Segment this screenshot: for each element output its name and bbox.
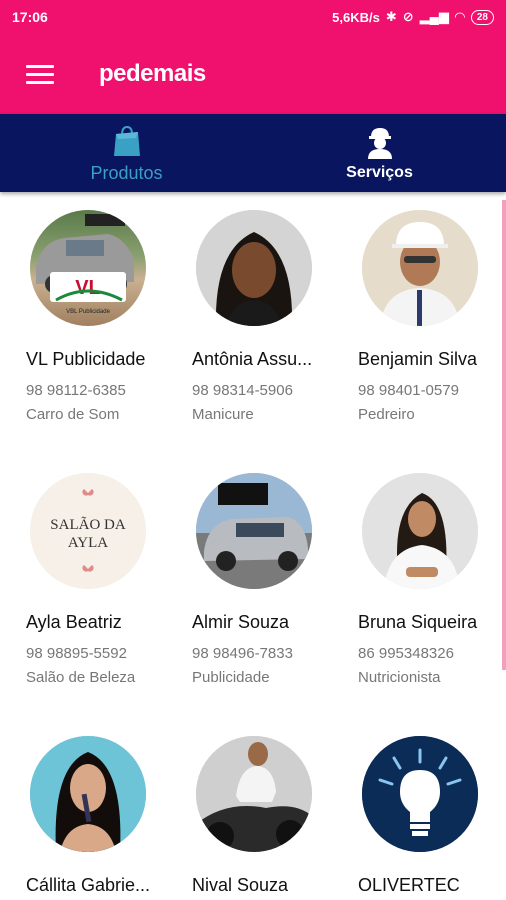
provider-card[interactable]: Nival Souza	[192, 736, 342, 896]
provider-avatar	[362, 736, 478, 852]
status-time: 17:06	[12, 9, 48, 25]
app-title: pedemais	[99, 60, 206, 87]
bluetooth-icon: ✱	[385, 9, 397, 24]
provider-card[interactable]: OLIVERTEC	[358, 736, 506, 896]
providers-grid: VL VBL Publicidade VL Publicidade 98 981…	[0, 192, 506, 900]
provider-category: Salão de Beleza	[26, 669, 136, 686]
provider-phone: 98 98895-5592	[26, 645, 127, 662]
provider-card[interactable]: Benjamin Silva 98 98401-0579 Pedreiro	[358, 210, 506, 423]
provider-card[interactable]: Almir Souza 98 98496-7833 Publicidade	[192, 473, 342, 686]
provider-phone: 98 98401-0579	[358, 382, 459, 399]
svg-text:AYLA: AYLA	[68, 535, 108, 551]
provider-name: VL Publicidade	[26, 349, 146, 369]
provider-category: Pedreiro	[358, 406, 415, 423]
tab-servicos-label: Serviços	[346, 164, 413, 181]
provider-phone: 98 98112-6385	[26, 382, 126, 399]
provider-category: Carro de Som	[26, 406, 120, 423]
battery-icon: 28	[470, 9, 494, 25]
provider-name: Ayla Beatriz	[26, 612, 122, 632]
status-bar: 17:06 5,6KB/s ✱ ⊘ ▂▄▆ ◠ 28	[0, 0, 506, 34]
provider-avatar: VL VBL Publicidade	[30, 210, 146, 326]
tab-produtos-label: Produtos	[90, 162, 163, 183]
vl-logo-caption: VBL Publicidade	[66, 309, 110, 315]
network-speed: 5,6KB/s	[332, 9, 380, 25]
provider-name: Cállita Gabrie...	[26, 875, 151, 895]
provider-card[interactable]: Bruna Siqueira 86 995348326 Nutricionist…	[358, 473, 506, 686]
shopping-bag-icon	[110, 123, 144, 159]
provider-name: OLIVERTEC	[358, 875, 460, 895]
provider-phone: 98 98496-7833	[192, 645, 293, 662]
svg-text:SALÃO DA: SALÃO DA	[50, 517, 126, 533]
provider-card[interactable]: Antônia Assu... 98 98314-5906 Manicure	[192, 210, 342, 423]
provider-avatar	[362, 473, 478, 589]
provider-name: Nival Souza	[192, 875, 289, 895]
provider-avatar	[196, 473, 312, 589]
provider-avatar: SALÃO DA AYLA	[30, 473, 146, 589]
menu-icon[interactable]	[26, 64, 54, 84]
wifi-icon: ◠	[454, 9, 465, 24]
provider-phone: 86 995348326	[358, 645, 454, 662]
provider-avatar	[30, 736, 146, 852]
provider-avatar	[196, 736, 312, 852]
provider-name: Almir Souza	[192, 612, 290, 632]
tab-servicos[interactable]: Serviços	[253, 114, 506, 192]
provider-name: Bruna Siqueira	[358, 612, 478, 632]
status-icons: 5,6KB/s ✱ ⊘ ▂▄▆ ◠ 28	[332, 9, 494, 25]
provider-category: Publicidade	[192, 669, 270, 686]
scrollbar[interactable]	[502, 200, 506, 670]
provider-card[interactable]: VL VBL Publicidade VL Publicidade 98 981…	[26, 210, 176, 423]
provider-name: Benjamin Silva	[358, 349, 478, 369]
provider-name: Antônia Assu...	[192, 349, 313, 369]
provider-category: Manicure	[192, 406, 254, 423]
vl-logo-text: VL	[75, 277, 101, 299]
tab-bar: Produtos Serviços	[0, 114, 506, 192]
tab-produtos[interactable]: Produtos	[0, 114, 253, 192]
worker-icon	[363, 124, 397, 160]
provider-avatar	[362, 210, 478, 326]
provider-card[interactable]: SALÃO DA AYLA Ayla Beatriz 98 98895-5592…	[26, 473, 176, 686]
app-bar: pedemais	[0, 34, 506, 114]
provider-avatar	[196, 210, 312, 326]
mute-icon: ⊘	[402, 9, 414, 24]
provider-card[interactable]: Cállita Gabrie...	[26, 736, 176, 896]
provider-category: Nutricionista	[358, 669, 441, 686]
signal-icon: ▂▄▆	[419, 9, 449, 24]
provider-phone: 98 98314-5906	[192, 382, 293, 399]
